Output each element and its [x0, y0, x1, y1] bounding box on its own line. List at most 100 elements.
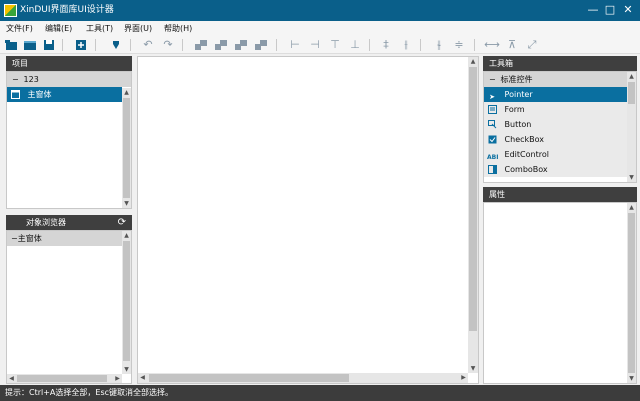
menu-interface[interactable]: 界面(U) — [124, 21, 152, 36]
align-right-icon[interactable] — [213, 37, 229, 53]
new-project-icon[interactable] — [3, 37, 19, 53]
toolbar-separator — [130, 39, 131, 51]
collapse-icon[interactable]: − — [484, 72, 498, 87]
toolbar-separator — [276, 39, 277, 51]
project-item-label: 主窗体 — [27, 90, 52, 99]
toolbar: ↶ ↷ ⊢ ⊣ ⊤ ⊥ ‡ ⫲ ⫳ ≑ ⟷ ⊼ ⤢ — [0, 36, 640, 54]
toolbar-separator — [182, 39, 183, 51]
toolbox-group-row[interactable]: − 标准控件 — [484, 72, 627, 87]
object-browser-header: 对象浏览器 ⟳ — [6, 215, 132, 230]
scroll-down-arrow-icon[interactable]: ▼ — [627, 374, 636, 383]
form-icon — [10, 90, 20, 100]
toolbox-item-editcontrol[interactable]: ABI EditControl — [484, 147, 627, 162]
scroll-up-arrow-icon[interactable]: ▲ — [627, 72, 636, 81]
toolbar-separator — [369, 39, 370, 51]
scroll-left-arrow-icon[interactable]: ◀ — [7, 374, 16, 383]
align-top-icon[interactable] — [233, 37, 249, 53]
same-left-icon[interactable]: ⊢ — [287, 37, 303, 53]
same-top-icon[interactable]: ⊤ — [327, 37, 343, 53]
checkbox-icon — [487, 135, 497, 145]
toolbar-separator — [474, 39, 475, 51]
open-icon[interactable] — [22, 37, 38, 53]
scroll-thumb[interactable] — [469, 67, 477, 331]
canvas-horizontal-scrollbar[interactable]: ◀ ▶ — [138, 373, 468, 383]
object-browser-panel: −主窗体 ▲ ▼ ◀ ▶ — [6, 230, 132, 384]
run-icon[interactable] — [108, 37, 124, 53]
align-left-icon[interactable] — [193, 37, 209, 53]
toolbox-panel: − 标准控件 ➤ Pointer Form Button CheckBox AB… — [483, 71, 637, 183]
save-icon[interactable] — [41, 37, 57, 53]
toolbox-item-pointer[interactable]: ➤ Pointer — [484, 87, 627, 102]
scroll-thumb[interactable] — [628, 213, 635, 373]
project-vertical-scrollbar[interactable]: ▲ ▼ — [122, 88, 131, 208]
scroll-right-arrow-icon[interactable]: ▶ — [113, 374, 122, 383]
same-right-icon[interactable]: ⊣ — [307, 37, 323, 53]
toolbox-item-checkbox[interactable]: CheckBox — [484, 132, 627, 147]
scroll-right-arrow-icon[interactable]: ▶ — [459, 373, 468, 383]
close-button[interactable]: ✕ — [620, 1, 636, 19]
toolbox-item-label: EditControl — [504, 150, 549, 159]
toolbox-group-label: 标准控件 — [500, 75, 533, 84]
space-vertical-icon[interactable]: ≑ — [451, 37, 467, 53]
fullscreen-icon[interactable]: ⤢ — [524, 37, 540, 53]
same-height-icon[interactable]: ⊼ — [504, 37, 520, 53]
button-icon — [487, 120, 497, 130]
object-horizontal-scrollbar[interactable]: ◀ ▶ — [7, 374, 122, 383]
toolbar-separator — [62, 39, 63, 51]
scroll-up-arrow-icon[interactable]: ▲ — [122, 88, 131, 97]
scroll-thumb[interactable] — [17, 375, 107, 382]
canvas-vertical-scrollbar[interactable]: ▲ ▼ — [468, 57, 478, 373]
toolbox-item-form[interactable]: Form — [484, 102, 627, 117]
scroll-thumb[interactable] — [149, 374, 349, 382]
menu-edit[interactable]: 编辑(E) — [45, 21, 72, 36]
design-canvas[interactable]: ▲ ▼ ◀ ▶ — [137, 56, 479, 384]
scroll-thumb[interactable] — [628, 82, 635, 104]
toolbar-separator — [95, 39, 96, 51]
project-group-row[interactable]: − 123 — [7, 72, 131, 87]
toolbox-vertical-scrollbar[interactable]: ▲ ▼ — [627, 72, 636, 182]
toolbox-item-label: Button — [504, 120, 532, 129]
object-tree-root[interactable]: −主窗体 — [7, 231, 122, 246]
add-form-icon[interactable] — [73, 37, 89, 53]
align-bottom-icon[interactable] — [253, 37, 269, 53]
scroll-up-arrow-icon[interactable]: ▲ — [627, 203, 636, 212]
scroll-down-arrow-icon[interactable]: ▼ — [468, 364, 478, 373]
scroll-down-arrow-icon[interactable]: ▼ — [122, 365, 131, 374]
maximize-button[interactable]: □ — [602, 1, 618, 19]
menu-file[interactable]: 文件(F) — [6, 21, 33, 36]
toolbox-item-label: Pointer — [504, 90, 533, 99]
space-horizontal-icon[interactable]: ⫳ — [431, 37, 447, 53]
same-width-icon[interactable]: ⟷ — [484, 37, 500, 53]
center-vertical-icon[interactable]: ‡ — [378, 37, 394, 53]
scroll-thumb[interactable] — [123, 98, 130, 198]
object-vertical-scrollbar[interactable]: ▲ ▼ — [122, 231, 131, 374]
combobox-icon — [487, 165, 497, 175]
menu-help[interactable]: 帮助(H) — [164, 21, 192, 36]
project-name: 123 — [23, 75, 39, 84]
minimize-button[interactable]: — — [585, 1, 601, 19]
toolbox-item-button[interactable]: Button — [484, 117, 627, 132]
collapse-icon[interactable]: − — [7, 72, 21, 87]
scroll-up-arrow-icon[interactable]: ▲ — [122, 231, 131, 240]
window-title: XinDUI界面库UI设计器 — [20, 5, 114, 15]
redo-icon[interactable]: ↷ — [160, 37, 176, 53]
project-item-main-form[interactable]: 主窗体 — [7, 87, 122, 102]
toolbox-item-combobox[interactable]: ComboBox — [484, 162, 627, 177]
toolbox-item-label: Form — [504, 105, 525, 114]
properties-vertical-scrollbar[interactable]: ▲ ▼ — [627, 203, 636, 383]
undo-icon[interactable]: ↶ — [140, 37, 156, 53]
properties-header: 属性 — [483, 187, 637, 202]
menu-bar: 文件(F) 编辑(E) 工具(T) 界面(U) 帮助(H) — [0, 21, 640, 36]
center-horizontal-icon[interactable]: ⫲ — [398, 37, 414, 53]
refresh-icon[interactable]: ⟳ — [118, 215, 126, 230]
menu-tools[interactable]: 工具(T) — [86, 21, 113, 36]
same-bottom-icon[interactable]: ⊥ — [347, 37, 363, 53]
object-browser-title: 对象浏览器 — [26, 218, 66, 227]
toolbox-header: 工具箱 — [483, 56, 637, 71]
scroll-thumb[interactable] — [123, 241, 130, 361]
scroll-down-arrow-icon[interactable]: ▼ — [122, 199, 131, 208]
scroll-left-arrow-icon[interactable]: ◀ — [138, 373, 147, 383]
scroll-down-arrow-icon[interactable]: ▼ — [627, 173, 636, 182]
scroll-up-arrow-icon[interactable]: ▲ — [468, 57, 478, 66]
pointer-icon: ➤ — [489, 93, 495, 101]
